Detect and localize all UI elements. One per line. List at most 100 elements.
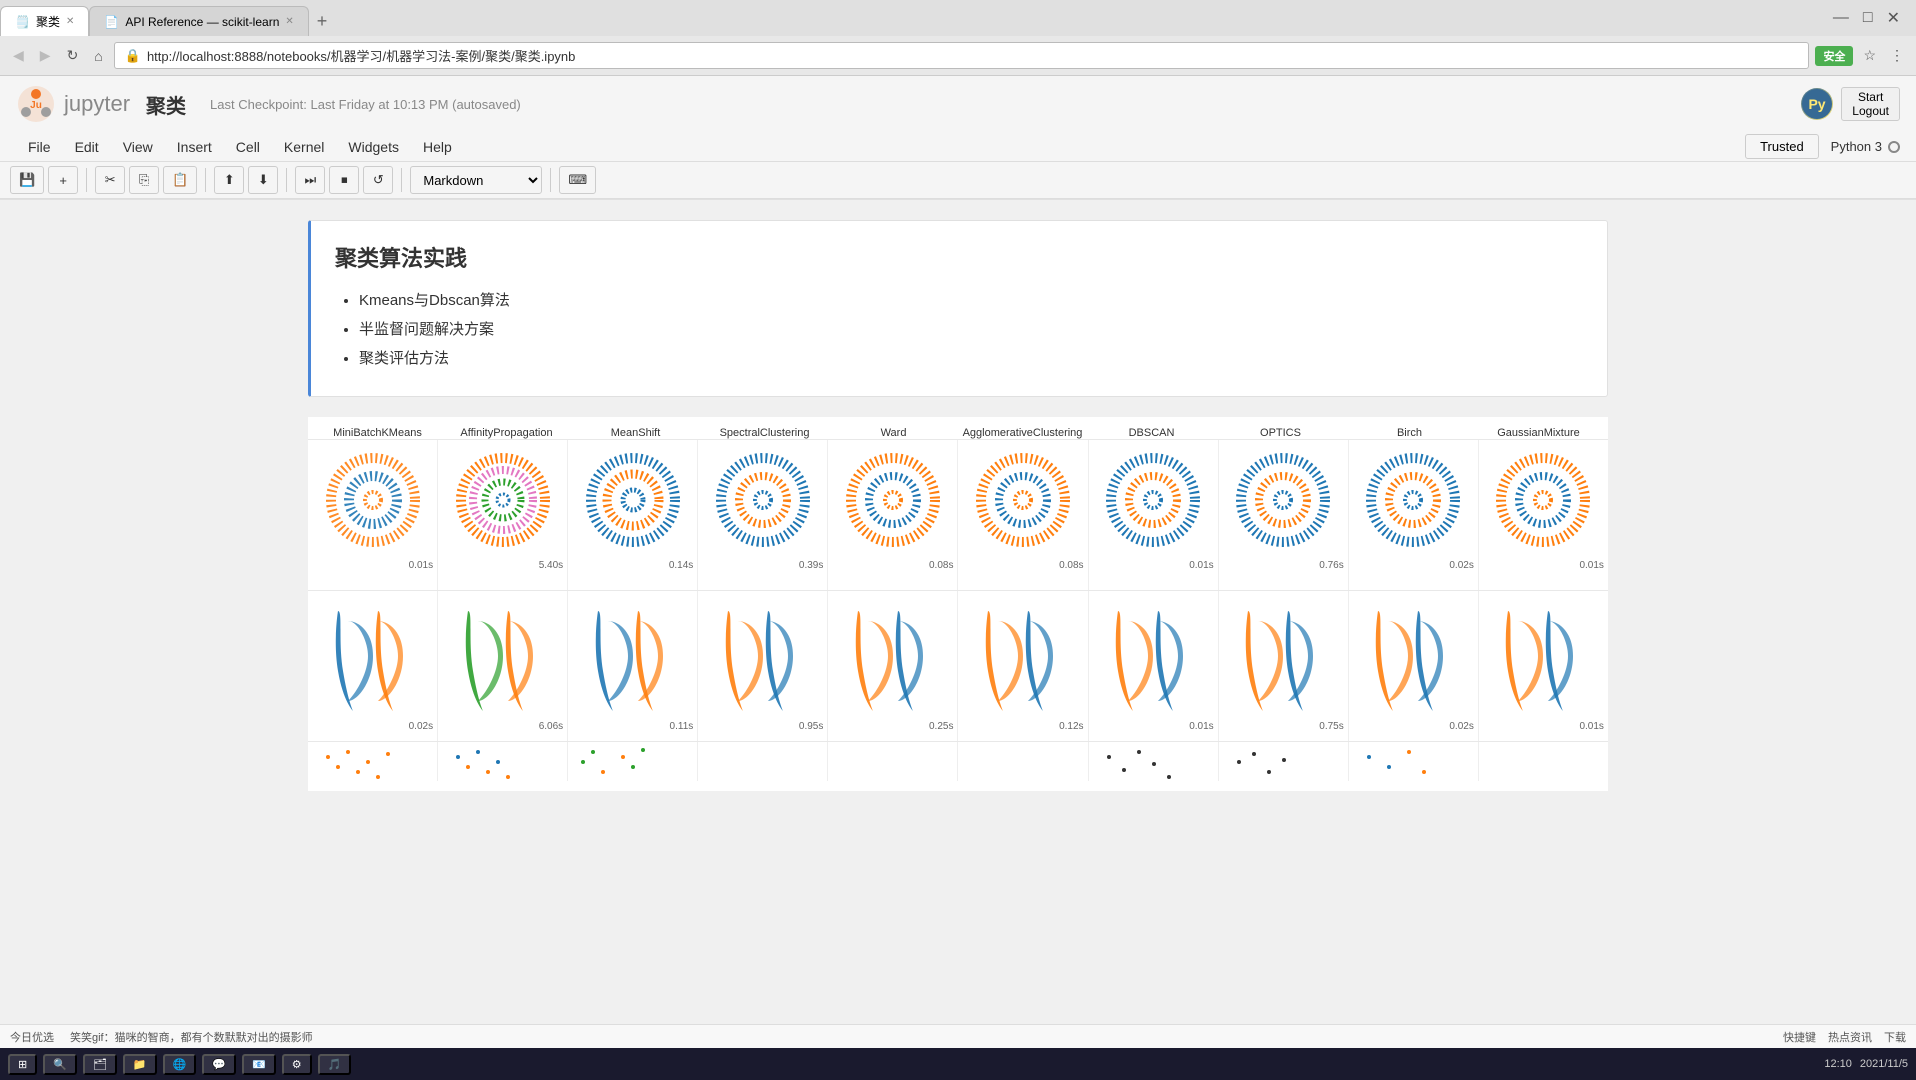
forward-button[interactable]: ▶: [35, 45, 56, 66]
viz-cell-2-6-partial: [1089, 742, 1219, 781]
plot-rings-orange3: [973, 440, 1073, 560]
plot-rings-orange4: [1493, 440, 1593, 560]
taskbar-music[interactable]: 🎵: [318, 1054, 352, 1075]
restart-button[interactable]: ↺: [363, 166, 393, 194]
reload-button[interactable]: ↻: [62, 45, 84, 66]
move-down-button[interactable]: ⬇: [248, 166, 278, 194]
plot-waves-3: [713, 591, 813, 721]
jupyter-wordmark: jupyter: [64, 91, 130, 117]
plot-rings-blue: [583, 440, 683, 560]
plot-waves-7: [1233, 591, 1333, 721]
tab2-label: API Reference — scikit-learn: [125, 15, 279, 29]
plot-rings-blue4: [1233, 440, 1333, 560]
tab2-close-btn[interactable]: ✕: [285, 16, 293, 27]
time-0-8: 0.02s: [1449, 560, 1477, 571]
taskbar-browser[interactable]: 🌐: [163, 1054, 197, 1075]
home-button[interactable]: ⌂: [89, 46, 107, 66]
toolbar-separator-2: [205, 168, 206, 192]
viz-cell-0-1: 5.40s: [438, 440, 568, 590]
move-up-button[interactable]: ⬆: [214, 166, 244, 194]
taskbar-start[interactable]: ⊞: [8, 1054, 37, 1075]
menu-edit[interactable]: Edit: [63, 135, 111, 159]
cell-type-select[interactable]: Markdown Code Raw NBConvert: [410, 166, 542, 194]
start-label: Start: [1858, 90, 1883, 104]
save-button[interactable]: 💾: [10, 166, 44, 194]
minimize-button[interactable]: —: [1827, 6, 1855, 30]
menu-help[interactable]: Help: [411, 135, 464, 159]
viz-row-1: 0.01s 5.40s 0.14s: [308, 439, 1608, 590]
address-bar-row: ◀ ▶ ↻ ⌂ 🔒 http://localhost:8888/notebook…: [0, 36, 1916, 76]
secure-icon: 🔒: [125, 48, 141, 64]
status-shortcuts[interactable]: 快捷键: [1783, 1029, 1816, 1045]
maximize-button[interactable]: □: [1857, 6, 1879, 30]
paste-button[interactable]: 📋: [163, 166, 197, 194]
viz-cell-0-4: 0.08s: [828, 440, 958, 590]
scatter-partial-6: [1089, 742, 1189, 781]
taskbar-settings[interactable]: ⚙: [282, 1054, 312, 1075]
viz-cell-2-1-partial: [438, 742, 568, 781]
viz-row-3-partial: [308, 741, 1608, 781]
menu-widgets[interactable]: Widgets: [336, 135, 411, 159]
taskbar-time: 12:10: [1824, 1058, 1852, 1070]
menu-view[interactable]: View: [111, 135, 165, 159]
time-1-2: 0.11s: [670, 721, 698, 732]
fast-forward-button[interactable]: ⏭: [295, 166, 325, 194]
col-header-7: OPTICS: [1216, 427, 1345, 439]
status-hot[interactable]: 热点资讯: [1828, 1029, 1872, 1045]
col-header-8: Birch: [1345, 427, 1474, 439]
time-1-0: 0.02s: [409, 721, 437, 732]
taskbar-mail[interactable]: 📧: [242, 1054, 276, 1075]
taskbar-chat[interactable]: 💬: [202, 1054, 236, 1075]
new-tab-button[interactable]: +: [309, 7, 336, 36]
toolbar-separator-3: [286, 168, 287, 192]
time-1-3: 0.95s: [799, 721, 827, 732]
keyboard-button[interactable]: ⌨: [559, 166, 596, 194]
viz-cell-0-8: 0.02s: [1349, 440, 1479, 590]
browser-actions: 安全 ☆ ⋮: [1815, 45, 1908, 66]
markdown-cell[interactable]: 聚类算法实践 Kmeans与Dbscan算法 半监督问题解决方案 聚类评估方法: [308, 220, 1608, 397]
cell-list: Kmeans与Dbscan算法 半监督问题解决方案 聚类评估方法: [335, 289, 1583, 368]
address-bar[interactable]: 🔒 http://localhost:8888/notebooks/机器学习/机…: [114, 42, 1810, 69]
viz-cell-1-9: 0.01s: [1479, 591, 1608, 741]
cell-content: 聚类算法实践 Kmeans与Dbscan算法 半监督问题解决方案 聚类评估方法: [311, 221, 1607, 396]
trusted-button[interactable]: Trusted: [1745, 134, 1819, 159]
cut-button[interactable]: ✂: [95, 166, 125, 194]
viz-cell-1-6: 0.01s: [1089, 591, 1219, 741]
menu-cell[interactable]: Cell: [224, 135, 272, 159]
status-download[interactable]: 下载: [1884, 1029, 1906, 1045]
tab-active[interactable]: 🗒️ 聚类 ✕: [0, 6, 89, 36]
stop-button[interactable]: ⏹: [329, 166, 359, 194]
tab-label: 聚类: [36, 13, 60, 30]
tab-close-btn[interactable]: ✕: [66, 16, 74, 27]
time-1-1: 6.06s: [539, 721, 567, 732]
secure-badge: 安全: [1815, 46, 1853, 66]
taskbar-taskview[interactable]: 🗂: [83, 1054, 117, 1075]
menu-file[interactable]: File: [16, 135, 63, 159]
viz-cell-2-0-partial: [308, 742, 438, 781]
taskbar-files[interactable]: 📁: [123, 1054, 157, 1075]
status-right: 快捷键 热点资讯 下载: [1783, 1029, 1906, 1045]
viz-cell-1-8: 0.02s: [1349, 591, 1479, 741]
menu-insert[interactable]: Insert: [165, 135, 224, 159]
jupyter-logo-icon: Ju: [16, 84, 56, 124]
viz-cell-1-2: 0.11s: [568, 591, 698, 741]
close-button[interactable]: ✕: [1881, 6, 1906, 30]
menu-button[interactable]: ⋮: [1886, 45, 1908, 66]
back-button[interactable]: ◀: [8, 45, 29, 66]
menu-right: Trusted Python 3: [1745, 134, 1900, 159]
copy-button[interactable]: ⎘: [129, 166, 159, 194]
bookmark-button[interactable]: ☆: [1859, 45, 1880, 66]
scatter-partial-2: [568, 742, 668, 781]
time-0-3: 0.39s: [799, 560, 827, 571]
viz-cell-2-5-partial: [958, 742, 1088, 781]
add-cell-button[interactable]: +: [48, 166, 78, 194]
scatter-partial-7: [1219, 742, 1319, 781]
taskbar-search[interactable]: 🔍: [43, 1054, 77, 1075]
start-logout-button[interactable]: Start Logout: [1841, 87, 1900, 121]
col-header-3: SpectralClustering: [700, 427, 829, 439]
plot-waves-2: [583, 591, 683, 721]
menu-kernel[interactable]: Kernel: [272, 135, 336, 159]
tab-inactive[interactable]: 📄 API Reference — scikit-learn ✕: [89, 6, 308, 36]
notebook-title[interactable]: 聚类: [146, 90, 186, 119]
col-header-9: GaussianMixture: [1474, 427, 1603, 439]
